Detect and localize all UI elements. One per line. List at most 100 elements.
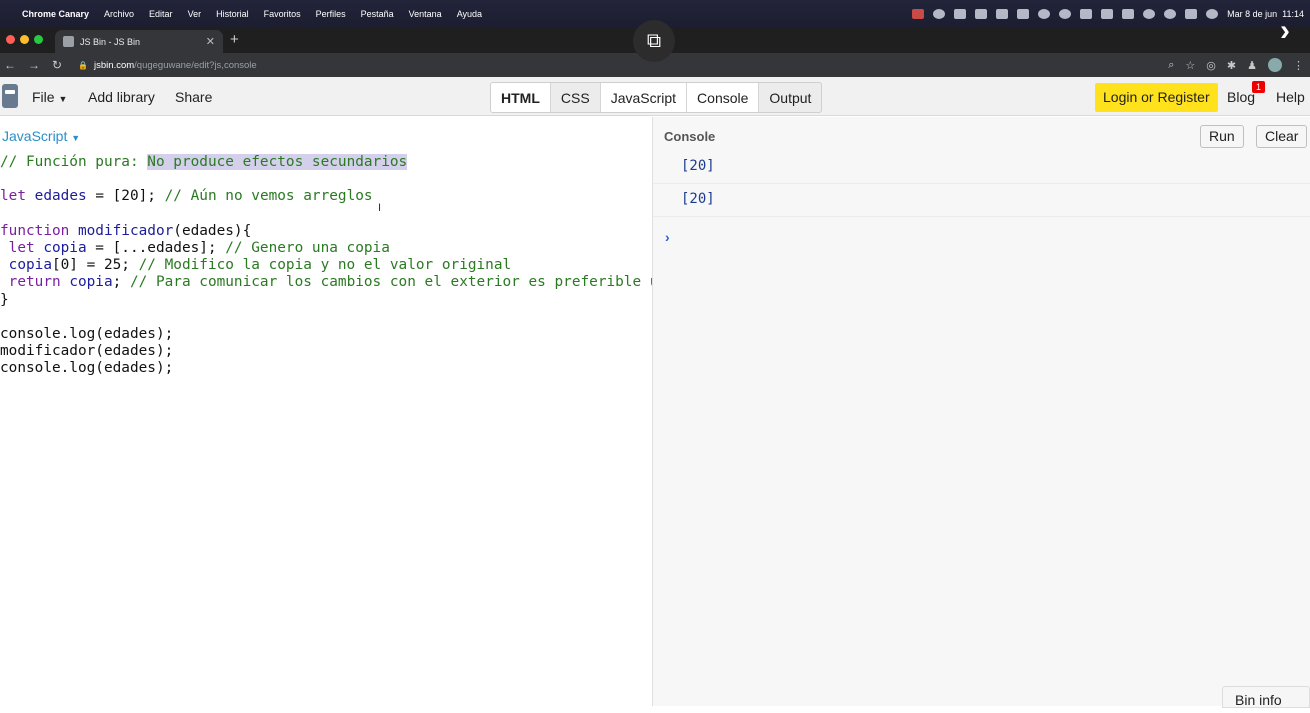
moon-icon[interactable] xyxy=(1038,9,1051,19)
code-comment: // Modifico la copia y no el valor origi… xyxy=(138,257,512,274)
window-minimize-icon[interactable] xyxy=(20,35,29,44)
url-host: jsbin.com xyxy=(94,59,135,71)
panel-css-toggle[interactable]: CSS xyxy=(549,83,600,112)
console-output-line: [20] xyxy=(653,151,1310,184)
add-library-button[interactable]: Add library xyxy=(88,89,155,105)
code-line: function modificador(edades){ xyxy=(0,223,251,239)
language-selector[interactable]: JavaScript ▼ xyxy=(2,128,80,144)
console-title: Console xyxy=(664,129,716,144)
recording-icon[interactable] xyxy=(912,9,925,19)
sync-icon[interactable] xyxy=(975,9,988,19)
tray-icon[interactable] xyxy=(954,9,967,19)
extensions-puzzle-icon[interactable]: ✱ xyxy=(1227,59,1236,72)
profile-person-icon[interactable]: ♟ xyxy=(1247,59,1257,72)
blog-link[interactable]: Blog xyxy=(1227,89,1255,105)
code-text: (edades){ xyxy=(173,222,252,239)
wifi-icon[interactable] xyxy=(1122,9,1135,19)
bin-info-button[interactable]: Bin info xyxy=(1222,686,1310,708)
url-field[interactable]: 🔒 jsbin.com/qugeguwane/edit?js,console xyxy=(78,60,257,71)
menu-app-name[interactable]: Chrome Canary xyxy=(22,9,89,19)
panel-output-toggle[interactable]: Output xyxy=(758,83,821,112)
console-prompt-icon[interactable]: › xyxy=(665,229,670,245)
jsbin-toolbar: File ▼ Add library Share HTML CSS JavaSc… xyxy=(0,77,1310,116)
share-button[interactable]: Share xyxy=(175,89,212,105)
screen-icon[interactable] xyxy=(996,9,1009,19)
panel-html-toggle[interactable]: HTML xyxy=(491,83,550,112)
console-panel: Console Run Clear [20] [20] › xyxy=(653,117,1310,706)
lock-icon[interactable]: 🔒 xyxy=(78,61,88,70)
menu-pestana[interactable]: Pestaña xyxy=(361,9,394,19)
menu-favoritos[interactable]: Favoritos xyxy=(264,9,301,19)
menu-editar[interactable]: Editar xyxy=(149,9,173,19)
window-zoom-icon[interactable] xyxy=(34,35,43,44)
text-cursor-icon: I xyxy=(378,202,382,214)
code-text: = [20]; xyxy=(86,188,165,205)
console-output: [20] [20] xyxy=(653,151,1310,217)
caret-down-icon: ▼ xyxy=(58,94,68,104)
browser-tab[interactable]: JS Bin - JS Bin ✕ xyxy=(55,30,223,53)
menu-perfiles[interactable]: Perfiles xyxy=(316,9,346,19)
menubar-clock[interactable]: Mar 8 de jun 11:14 xyxy=(1227,9,1304,19)
code-line: copia[0] = 25; // Modifico la copia y no… xyxy=(0,257,512,274)
next-arrow-icon[interactable]: › xyxy=(1280,14,1290,48)
siri-icon[interactable] xyxy=(1206,9,1219,19)
jsbin-favicon-icon xyxy=(63,36,74,47)
code-comment: // Genero una copia xyxy=(225,240,390,257)
reload-icon[interactable]: ↻ xyxy=(52,58,62,72)
panel-console-toggle[interactable]: Console xyxy=(686,83,759,112)
forward-icon[interactable]: → xyxy=(28,58,40,72)
code-comment: // Aún no vemos arreglos xyxy=(164,188,373,205)
back-icon[interactable]: ← xyxy=(4,58,16,72)
app-status-icon[interactable] xyxy=(933,9,946,19)
code-line: console.log(edades); xyxy=(0,360,174,377)
code-comment: // Función pura: xyxy=(0,154,148,170)
avatar[interactable] xyxy=(1268,58,1282,72)
status-icons: Mar 8 de jun 11:14 xyxy=(912,0,1304,28)
code-keyword: return xyxy=(0,274,61,291)
file-menu-label: File xyxy=(32,89,55,105)
code-editor[interactable]: // Función pura: No produce efectos secu… xyxy=(0,154,653,378)
battery-icon[interactable] xyxy=(1101,9,1114,19)
menu-archivo[interactable]: Archivo xyxy=(104,9,134,19)
jsbin-logo-icon[interactable] xyxy=(2,84,18,108)
menu-historial[interactable]: Historial xyxy=(216,9,249,19)
code-line: let edades = [20]; // Aún no vemos arreg… xyxy=(0,188,373,204)
help-link[interactable]: Help xyxy=(1276,89,1305,105)
code-line: // Función pura: No produce efectos secu… xyxy=(0,154,408,170)
panel-javascript-toggle[interactable]: JavaScript xyxy=(599,83,687,112)
clock-icon[interactable] xyxy=(1059,9,1072,19)
code-identifier: modificador xyxy=(69,222,174,239)
code-comment: // Para comunicar los cambios con el ext… xyxy=(129,274,653,291)
login-register-button[interactable]: Login or Register xyxy=(1095,83,1218,112)
spotlight-icon[interactable] xyxy=(1143,9,1156,19)
code-identifier: copia xyxy=(34,240,87,257)
picture-in-picture-icon[interactable]: ⧉ xyxy=(633,20,675,62)
user-icon[interactable] xyxy=(1164,9,1177,19)
menu-ventana[interactable]: Ventana xyxy=(409,9,442,19)
code-text: [0] = 25; xyxy=(51,257,139,274)
code-keyword: let xyxy=(0,188,26,205)
blog-notification-badge: 1 xyxy=(1252,81,1265,93)
bookmark-star-icon[interactable]: ☆ xyxy=(1185,59,1195,72)
window-close-icon[interactable] xyxy=(6,35,15,44)
code-identifier: copia xyxy=(0,257,52,274)
code-keyword: function xyxy=(0,222,70,239)
menu-ver[interactable]: Ver xyxy=(188,9,202,19)
tab-close-icon[interactable]: ✕ xyxy=(206,35,215,48)
code-line: } xyxy=(0,291,9,308)
code-keyword: let xyxy=(0,240,35,257)
javascript-editor-panel[interactable]: JavaScript ▼ // Función pura: No produce… xyxy=(0,117,653,706)
menu-ayuda[interactable]: Ayuda xyxy=(457,9,482,19)
browser-menu-icon[interactable]: ⋮ xyxy=(1293,59,1304,72)
run-button[interactable]: Run xyxy=(1200,125,1244,148)
extension-circle-icon[interactable]: ◎ xyxy=(1206,59,1216,72)
language-label: JavaScript xyxy=(2,128,68,144)
console-output-line: [20] xyxy=(653,184,1310,217)
bluetooth-icon[interactable] xyxy=(1080,9,1093,19)
control-center-icon[interactable] xyxy=(1185,9,1198,19)
zoom-icon[interactable]: ⌕ xyxy=(1168,59,1174,72)
clear-button[interactable]: Clear xyxy=(1256,125,1308,148)
file-menu-button[interactable]: File ▼ xyxy=(32,89,67,105)
new-tab-icon[interactable]: + xyxy=(230,31,239,48)
cloud-icon[interactable] xyxy=(1017,9,1030,19)
